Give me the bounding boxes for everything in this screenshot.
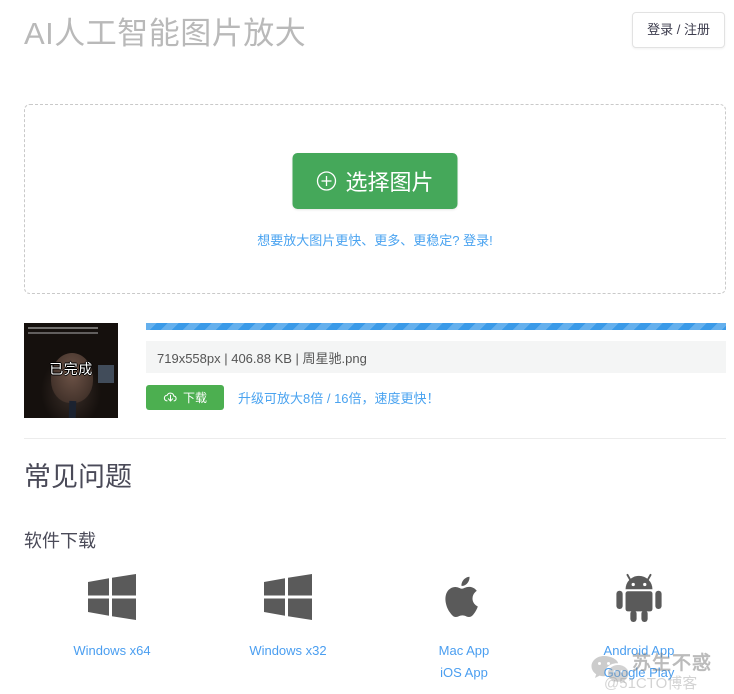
download-label[interactable]: Android App xyxy=(604,640,675,662)
file-details: 719x558px | 406.88 KB | 周星驰.png 下载 升级可放大… xyxy=(146,323,726,410)
page-header: AI人工智能图片放大 登录 / 注册 xyxy=(0,0,734,80)
download-label[interactable]: Windows x64 xyxy=(73,640,150,662)
thumbnail-tie xyxy=(68,400,77,418)
download-option-mac-ios[interactable]: Mac App iOS App xyxy=(376,568,552,684)
download-label[interactable]: Mac App xyxy=(439,640,490,662)
download-label-secondary[interactable]: Google Play xyxy=(604,662,675,684)
plus-circle-icon xyxy=(316,171,337,191)
windows-logo-icon xyxy=(262,568,314,626)
file-status-badge: 已完成 xyxy=(49,361,93,377)
download-option-windows-x32[interactable]: Windows x32 xyxy=(200,568,376,684)
download-label-secondary[interactable]: iOS App xyxy=(440,662,488,684)
select-image-label: 选择图片 xyxy=(345,170,434,195)
windows-logo-icon xyxy=(86,568,138,626)
upgrade-link[interactable]: 升级可放大8倍 / 16倍，速度更快！ xyxy=(238,388,440,407)
thumbnail-text-lines xyxy=(28,327,98,341)
page-root: AI人工智能图片放大 登录 / 注册 选择图片 想要放大图片更快、更多、更稳定?… xyxy=(0,0,734,694)
section-divider xyxy=(24,438,726,439)
uploaded-file-row: 已完成 719x558px | 406.88 KB | 周星驰.png 下载 升… xyxy=(24,323,726,418)
android-logo-icon xyxy=(614,568,664,626)
download-label[interactable]: Windows x32 xyxy=(249,640,326,662)
page-title: AI人工智能图片放大 xyxy=(24,16,307,51)
upsell-login-link[interactable]: 想要放大图片更快、更多、更稳定? 登录! xyxy=(257,230,492,249)
upload-progress-fill xyxy=(146,323,726,330)
faq-heading: 常见问题 xyxy=(24,462,132,492)
download-button-label: 下载 xyxy=(182,391,207,405)
download-option-android[interactable]: Android App Google Play xyxy=(552,568,726,684)
download-options-grid: Windows x64 Windows x32 Mac App iOS App … xyxy=(24,568,726,684)
select-image-button[interactable]: 选择图片 xyxy=(292,153,458,209)
apple-logo-icon xyxy=(442,568,486,626)
image-dropzone[interactable]: 选择图片 想要放大图片更快、更多、更稳定? 登录! xyxy=(24,104,726,294)
software-download-heading: 软件下载 xyxy=(24,531,96,551)
download-button[interactable]: 下载 xyxy=(146,385,224,410)
upload-progress-bar xyxy=(146,323,726,330)
file-thumbnail[interactable]: 已完成 xyxy=(24,323,118,418)
file-actions: 下载 升级可放大8倍 / 16倍，速度更快！ xyxy=(146,385,726,410)
download-option-windows-x64[interactable]: Windows x64 xyxy=(24,568,200,684)
file-info-text: 719x558px | 406.88 KB | 周星驰.png xyxy=(146,341,726,373)
cloud-download-icon xyxy=(163,391,178,404)
login-register-button[interactable]: 登录 / 注册 xyxy=(632,12,725,48)
